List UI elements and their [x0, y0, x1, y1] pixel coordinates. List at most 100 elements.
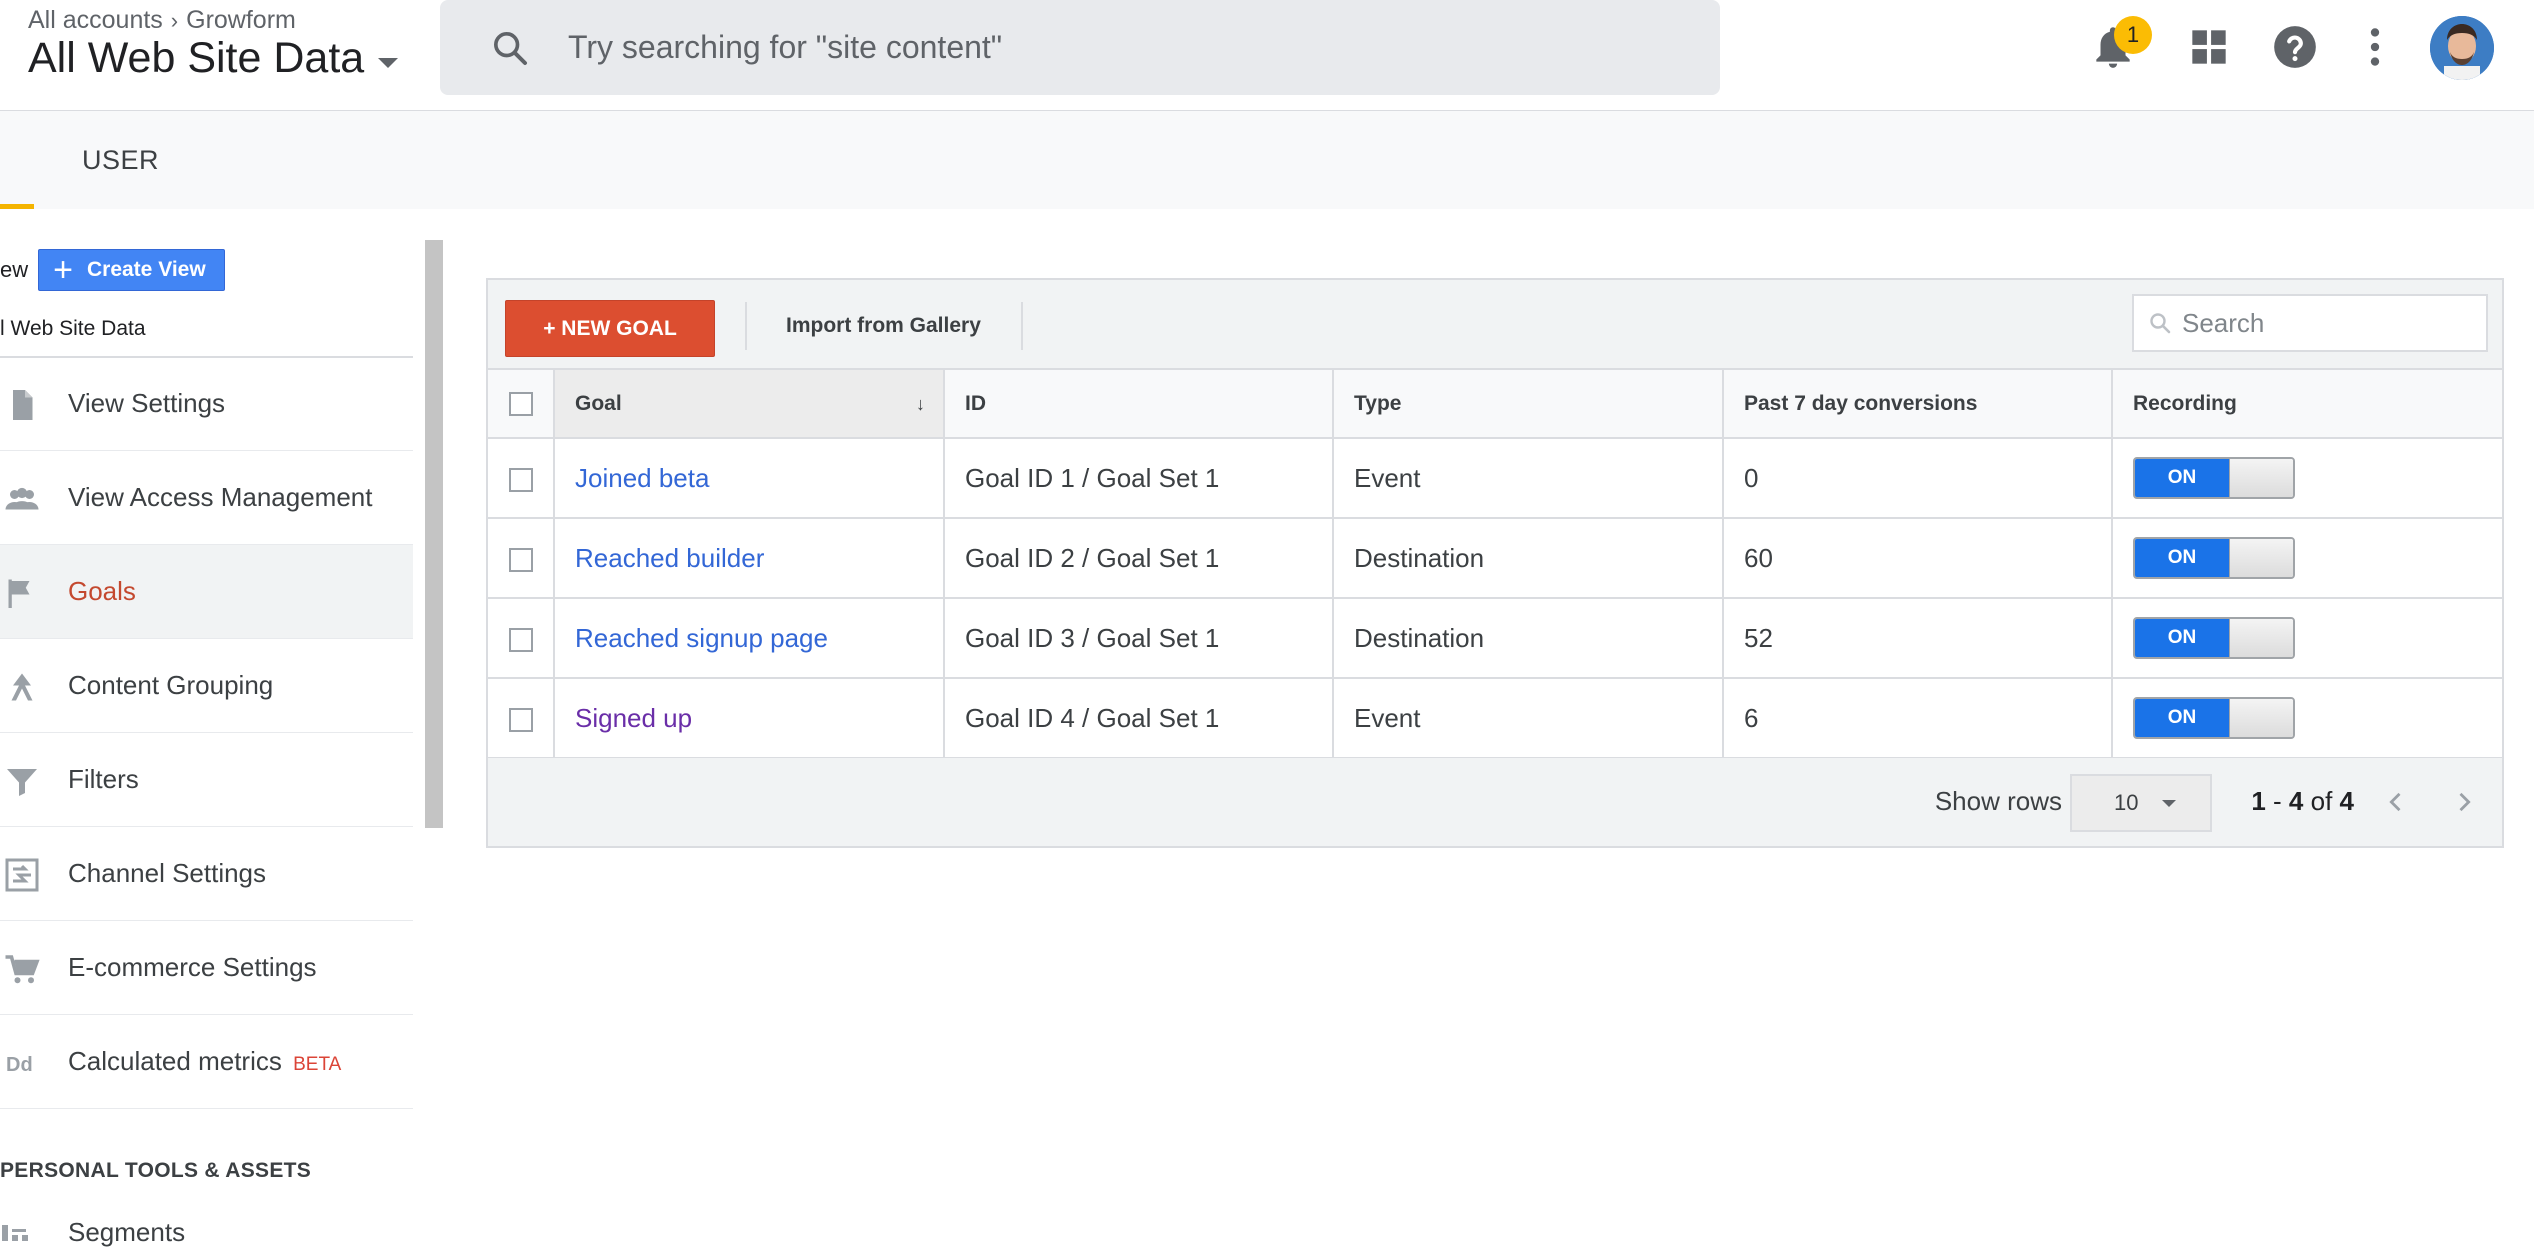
toggle-knob — [2229, 459, 2293, 497]
segments-icon — [2, 1225, 28, 1241]
breadcrumb-account[interactable]: Growform — [186, 6, 296, 35]
view-header-row: ew + Create View — [0, 249, 225, 291]
chevron-right-icon[interactable] — [2450, 788, 2478, 816]
row-checkbox[interactable] — [508, 467, 533, 492]
goal-type-cell: Destination — [1333, 518, 1724, 599]
column-header-conversions[interactable]: Past 7 day conversions — [1723, 370, 2113, 439]
filter-icon — [7, 769, 37, 796]
beta-badge: BETA — [293, 1054, 342, 1075]
conversions-cell: 60 — [1723, 518, 2113, 599]
show-rows-label: Show rows — [1934, 786, 2062, 816]
nav-item-label: E-commerce Settings — [68, 952, 317, 982]
nav-item-filters[interactable]: Filters — [0, 733, 413, 827]
avatar-photo — [2430, 16, 2494, 80]
dd-icon: Dd — [6, 1054, 33, 1076]
caret-down-icon — [378, 57, 399, 68]
recording-toggle[interactable]: ON — [2133, 457, 2295, 499]
toggle-on-label: ON — [2135, 619, 2229, 657]
left-scrollbar[interactable] — [425, 240, 443, 828]
goal-link[interactable]: Reached signup page — [575, 623, 828, 653]
goal-type-cell: Event — [1333, 678, 1724, 759]
table-search-input[interactable] — [2182, 307, 2472, 339]
goal-cell: Joined beta — [554, 438, 945, 519]
table-row: Signed up Goal ID 4 / Goal Set 1 Event 6… — [488, 678, 2502, 759]
nav-item-label: View Access Management — [68, 482, 373, 512]
view-nav: View Settings View Access Management Goa… — [0, 357, 413, 1109]
nav-item-view-settings[interactable]: View Settings — [0, 357, 413, 451]
nav-item-label: Filters — [68, 764, 139, 794]
import-from-gallery-button[interactable]: Import from Gallery — [786, 314, 981, 338]
nav-item-view-access-management[interactable]: View Access Management — [0, 451, 413, 545]
breadcrumb-all-accounts[interactable]: All accounts — [28, 6, 163, 35]
goal-link[interactable]: Reached builder — [575, 543, 764, 573]
range-total: 4 — [2339, 786, 2354, 816]
create-view-label: Create View — [86, 258, 206, 281]
column-header-goal[interactable]: Goal ↓ — [554, 370, 945, 439]
row-checkbox[interactable] — [508, 547, 533, 572]
row-checkbox[interactable] — [508, 707, 533, 732]
column-header-type[interactable]: Type — [1333, 370, 1724, 439]
global-search-input[interactable] — [568, 29, 1568, 66]
row-checkbox[interactable] — [508, 627, 533, 652]
nav-item-goals[interactable]: Goals — [0, 545, 413, 639]
people-icon — [5, 487, 39, 510]
create-view-button[interactable]: + Create View — [38, 249, 225, 291]
row-select-cell — [488, 598, 555, 679]
svg-text:Dd: Dd — [6, 1054, 33, 1076]
goal-link[interactable]: Signed up — [575, 703, 692, 733]
view-picker[interactable]: All Web Site Data — [28, 34, 399, 83]
select-all-checkbox[interactable] — [508, 391, 533, 416]
table-row: Reached builder Goal ID 2 / Goal Set 1 D… — [488, 518, 2502, 599]
nav-item-calculated-metrics[interactable]: Dd Calculated metrics BETA — [0, 1015, 413, 1109]
recording-cell: ON — [2112, 598, 2502, 679]
table-search[interactable] — [2132, 294, 2488, 352]
recording-cell: ON — [2112, 678, 2502, 759]
nav-item-label: Goals — [68, 576, 136, 606]
goal-cell: Signed up — [554, 678, 945, 759]
conversions-cell: 6 — [1723, 678, 2113, 759]
goal-link[interactable]: Joined beta — [575, 463, 709, 493]
row-select-cell — [488, 678, 555, 759]
rows-per-page-value: 10 — [2114, 790, 2139, 815]
row-select-cell — [488, 518, 555, 599]
toolbar-divider — [745, 302, 747, 350]
column-header-recording[interactable]: Recording — [2112, 370, 2502, 439]
breadcrumb: All accounts › Growform — [28, 6, 296, 35]
nav-item-channel-settings[interactable]: Channel Settings — [0, 827, 413, 921]
view-column-label: ew — [0, 257, 29, 282]
avatar[interactable] — [2430, 16, 2494, 80]
tab-user[interactable]: USER — [82, 145, 159, 176]
recording-toggle[interactable]: ON — [2133, 617, 2295, 659]
toggle-knob — [2229, 619, 2293, 657]
toggle-on-label: ON — [2135, 539, 2229, 577]
new-goal-button[interactable]: + NEW GOAL — [505, 300, 715, 357]
chevron-left-icon[interactable] — [2382, 788, 2410, 816]
nav-item-label: View Settings — [68, 388, 226, 418]
nav-item-ecommerce-settings[interactable]: E-commerce Settings — [0, 921, 413, 1015]
view-selector[interactable]: l Web Site Data — [0, 317, 146, 341]
rows-per-page-select[interactable]: 10 — [2070, 774, 2212, 832]
nav-item-content-grouping[interactable]: Content Grouping — [0, 639, 413, 733]
toggle-on-label: ON — [2135, 459, 2229, 497]
search-icon — [494, 31, 527, 65]
range-start: 1 — [2251, 786, 2266, 816]
select-all-cell — [488, 370, 555, 439]
nav-item-segments[interactable]: Segments — [68, 1217, 185, 1248]
personal-tools-heading: PERSONAL TOOLS & ASSETS — [0, 1159, 312, 1182]
column-header-id[interactable]: ID — [944, 370, 1334, 439]
goal-cell: Reached signup page — [554, 598, 945, 679]
global-search[interactable] — [440, 0, 1720, 95]
column-header-label: Goal — [575, 391, 622, 415]
flag-icon — [8, 579, 30, 608]
goal-id-cell: Goal ID 1 / Goal Set 1 — [944, 438, 1334, 519]
more-vert-icon[interactable] — [2350, 22, 2400, 72]
apps-grid-icon[interactable] — [2184, 22, 2234, 72]
recording-toggle[interactable]: ON — [2133, 537, 2295, 579]
conversions-cell: 52 — [1723, 598, 2113, 679]
search-icon — [2150, 313, 2171, 334]
grouping-icon — [11, 673, 33, 701]
plus-icon: + — [53, 251, 73, 289]
recording-toggle[interactable]: ON — [2133, 697, 2295, 739]
goal-type-cell: Event — [1333, 438, 1724, 519]
help-icon[interactable] — [2270, 22, 2320, 72]
